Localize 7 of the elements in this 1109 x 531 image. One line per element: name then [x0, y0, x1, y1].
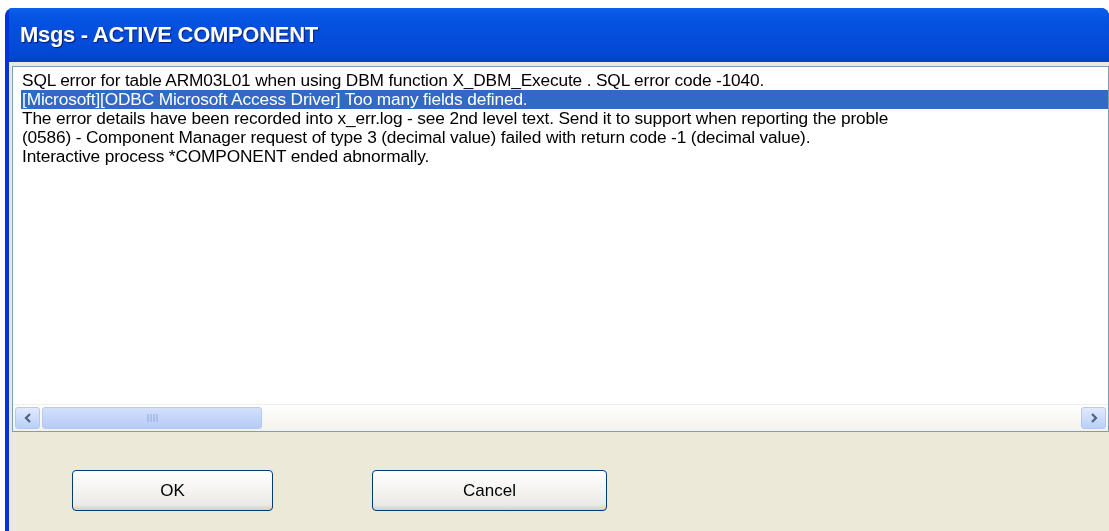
dialog-button[interactable]: Cancel [372, 470, 607, 511]
message-line[interactable]: Interactive process *COMPONENT ended abnormally. [21, 147, 1108, 166]
message-line[interactable]: The error details have been recorded into x_err.log - see 2nd level text. Send it to support when reporting the proble [21, 109, 1108, 128]
dialog-button[interactable]: OK [72, 470, 273, 511]
message-line[interactable]: SQL error for table ARM03L01 when using DBM function X_DBM_Execute . SQL error code -1040. [21, 71, 1108, 90]
window-title: Msgs - ACTIVE COMPONENT [20, 22, 318, 48]
message-line[interactable]: (0586) - Component Manager request of type 3 (decimal value) failed with return code -1 (decimal value). [21, 128, 1108, 147]
